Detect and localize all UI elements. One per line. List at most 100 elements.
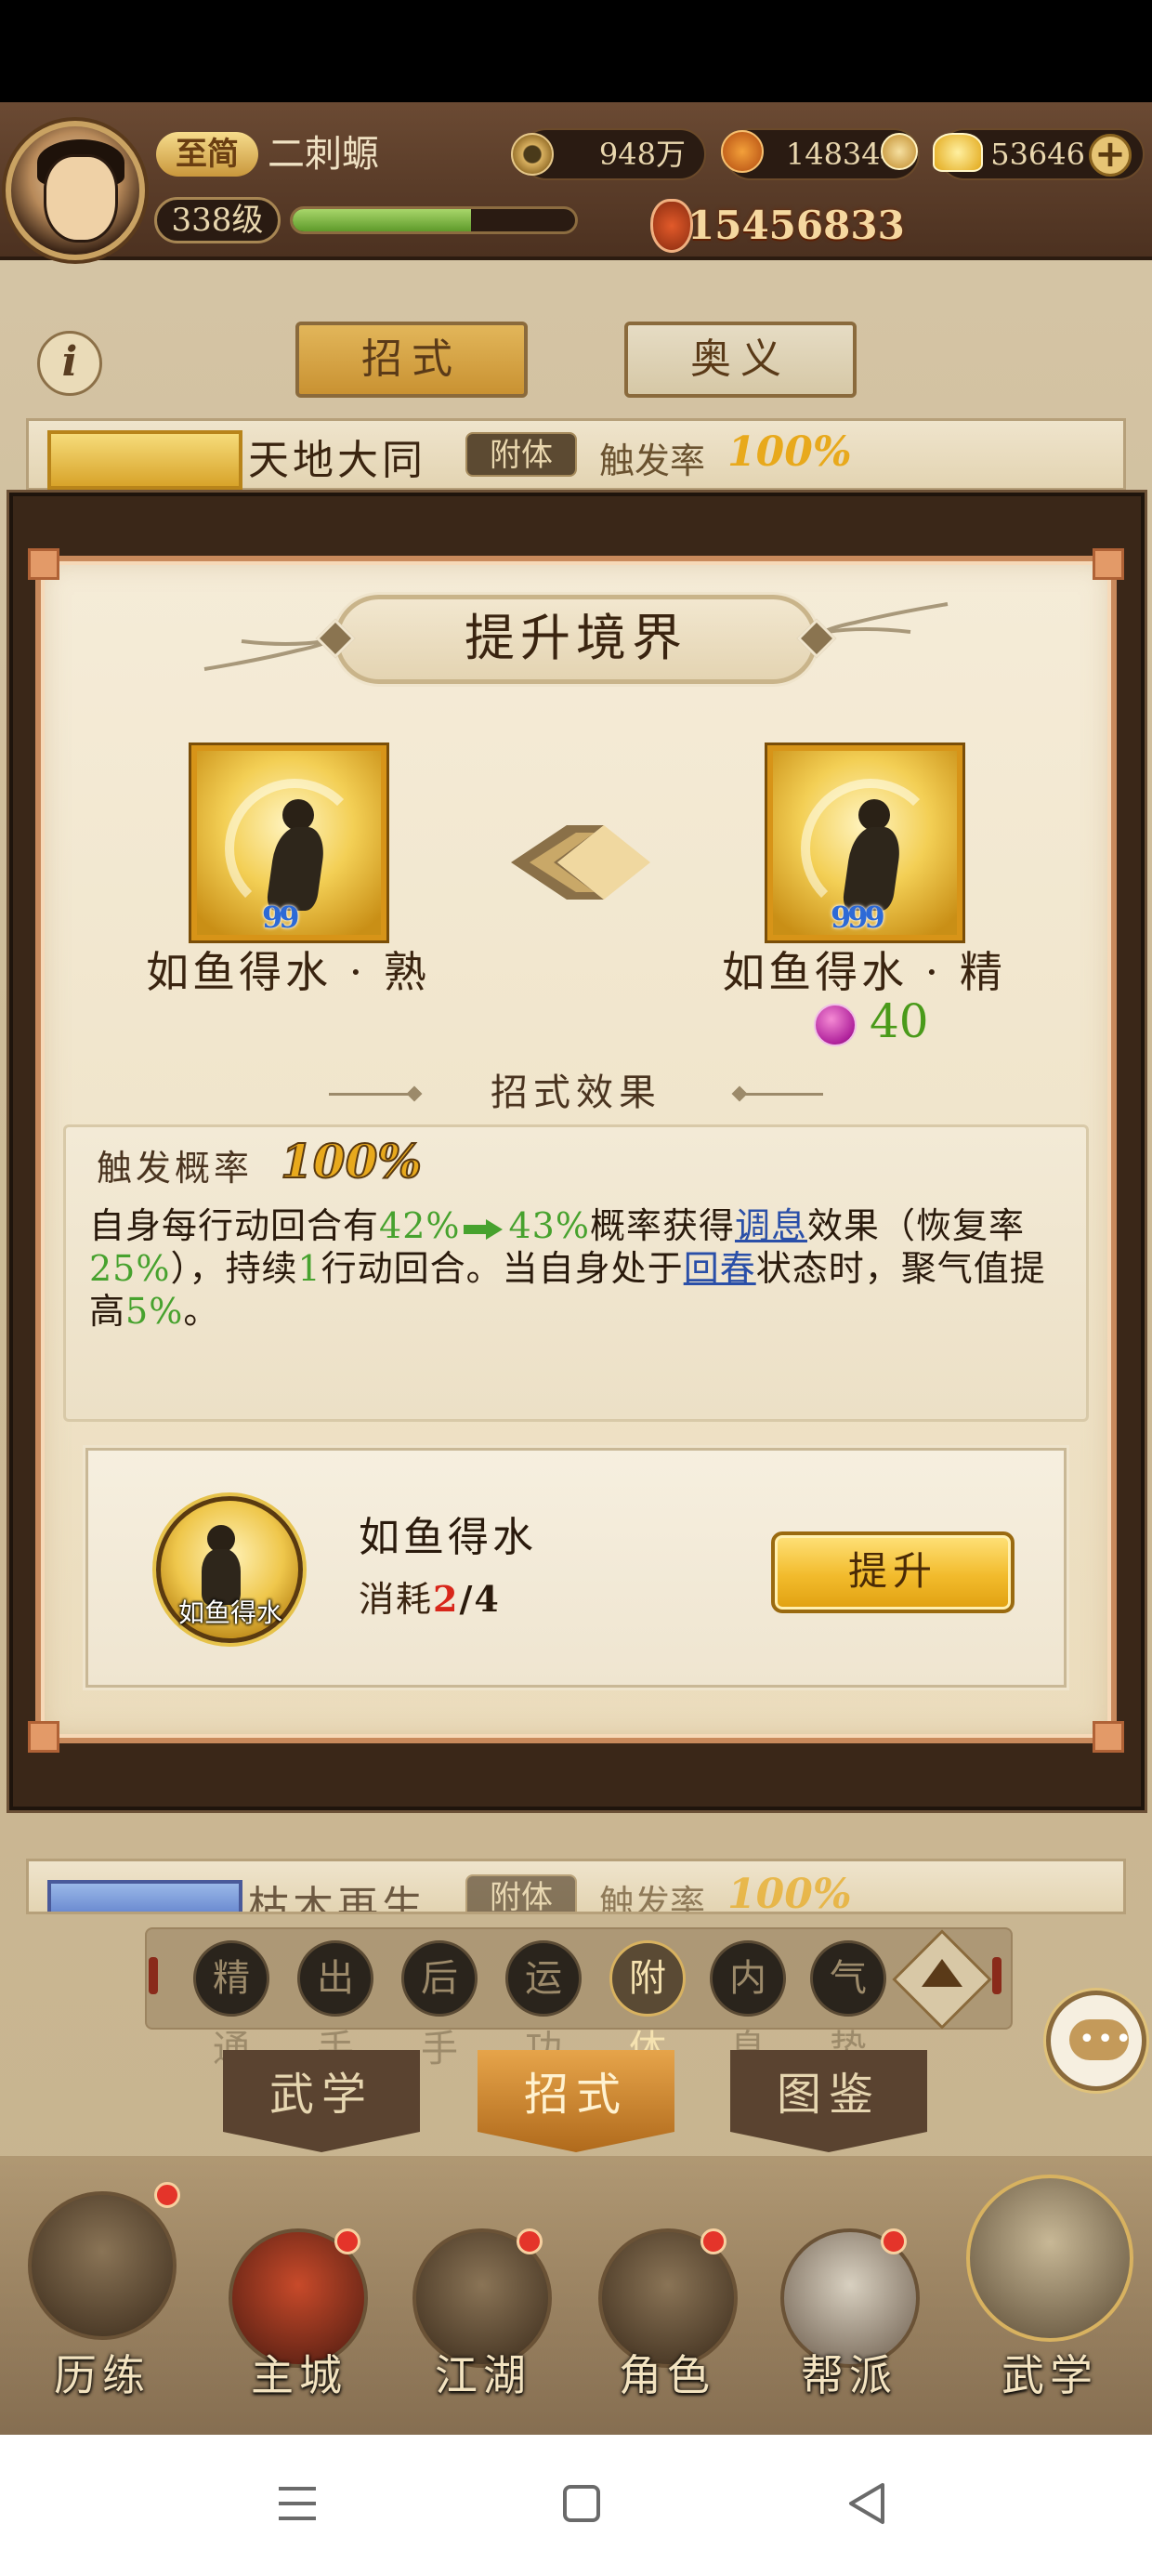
tab-atlas[interactable]: 图鉴	[730, 2050, 927, 2152]
effect-turns-value: 1	[297, 1248, 321, 1289]
next-skill-icon: 999	[767, 745, 962, 940]
nav-world-label[interactable]: 江湖	[390, 2342, 576, 2403]
dialog-corner	[1093, 548, 1124, 580]
skill-row-name: 天地大同	[248, 437, 426, 484]
player-level: 338级	[154, 197, 281, 243]
dialog-corner	[28, 548, 59, 580]
filter-jingtong[interactable]: 精通	[193, 1940, 269, 2070]
filter-houshou[interactable]: 后手	[401, 1940, 478, 2070]
vip-badge: 至简	[156, 132, 258, 177]
effect-description: 自身每行动回合有42% 43%概率获得调息效果（恢复率 25%），持续1行动回合。当…	[89, 1204, 1068, 1333]
menu-icon[interactable]	[275, 2481, 320, 2526]
player-name: 二刺螈	[268, 133, 379, 176]
current-skill-icon: 99	[191, 745, 386, 940]
skill-art	[282, 799, 314, 831]
exp-bar	[290, 206, 578, 234]
skill-row-badge: 附体	[465, 1874, 577, 1912]
gold-ingot-icon	[933, 133, 983, 172]
coin-label: 如鱼得水	[177, 1597, 282, 1628]
trigger-value: 100%	[280, 1133, 423, 1189]
dialog-title: 提升境界	[465, 609, 687, 667]
ingot-icon	[721, 130, 764, 173]
link-tiaoxi[interactable]: 调息	[735, 1205, 807, 1246]
chevron-up-icon	[922, 1959, 962, 1987]
filter-futi[interactable]: 附体	[609, 1940, 686, 2070]
nav-guild-label[interactable]: 帮派	[756, 2342, 942, 2403]
coin-icon	[511, 133, 554, 176]
cost-have: 2	[433, 1578, 460, 1620]
nav-trial-label[interactable]: 历练	[9, 2342, 195, 2403]
pouch-icon	[881, 133, 918, 170]
effect-text: 概率获得	[589, 1205, 735, 1246]
skill-row-trigger-value: 100%	[727, 1871, 852, 1914]
tab-mystery[interactable]: 奥义	[624, 322, 857, 398]
tab-martial[interactable]: 武学	[223, 2050, 420, 2152]
notification-dot	[154, 2182, 180, 2208]
home-icon[interactable]	[561, 2483, 602, 2524]
skill-row[interactable]: 枯木再生 附体 触发率 100%	[26, 1859, 1126, 1914]
skill-row-trigger-label: 触发率	[599, 440, 706, 481]
skill-row-icon	[47, 1880, 242, 1912]
effect-old-value: 42%	[379, 1205, 461, 1246]
chat-button[interactable]: •••	[1046, 1991, 1146, 2091]
effect-boost-value: 5%	[125, 1291, 184, 1332]
trigger-label: 触发概率	[97, 1148, 254, 1189]
next-skill-name: 如鱼得水 · 精	[722, 947, 1006, 997]
effect-text: 自身每行动回合有	[89, 1205, 380, 1246]
skill-row-name: 枯木再生	[248, 1883, 426, 1914]
current-skill-name: 如鱼得水 · 熟	[146, 947, 430, 997]
effect-new-value: 43%	[508, 1205, 590, 1246]
info-icon[interactable]: i	[37, 331, 102, 396]
filter-yungong[interactable]: 运功	[505, 1940, 582, 2070]
notification-dot	[517, 2228, 543, 2254]
skill-row-icon	[47, 430, 242, 490]
effect-header: 招式效果	[491, 1071, 661, 1114]
game-screen: 至简 二刺螈 338级 948万 148344 53646 + 15456833…	[0, 0, 1152, 2576]
nav-martial-icon[interactable]	[966, 2175, 1133, 2342]
notification-dot	[334, 2228, 360, 2254]
link-huichun[interactable]: 回春	[684, 1248, 756, 1289]
player-avatar[interactable]	[6, 121, 145, 260]
skill-row-trigger-value: 100%	[727, 428, 852, 476]
nav-character-label[interactable]: 角色	[574, 2342, 760, 2403]
tab-moves[interactable]: 招式	[295, 322, 528, 398]
add-gold-button[interactable]: +	[1089, 134, 1132, 177]
dialog-corner	[1093, 1721, 1124, 1753]
back-icon[interactable]	[845, 2481, 888, 2526]
gem-icon	[814, 1004, 857, 1046]
skill-rank-stars: 999	[831, 900, 885, 935]
filter-neixi[interactable]: 内息	[710, 1940, 786, 2070]
upgrade-button[interactable]: 提升	[771, 1531, 1015, 1613]
cost-amount: 消耗2/4	[359, 1571, 501, 1622]
effect-rate-value: 25%	[89, 1248, 171, 1289]
nav-trial-icon[interactable]	[28, 2191, 177, 2340]
effect-text: 。	[183, 1291, 220, 1332]
nav-city-label[interactable]: 主城	[206, 2342, 392, 2403]
skill-art	[858, 799, 890, 831]
cost-item-name: 如鱼得水	[359, 1514, 537, 1561]
nav-martial-label[interactable]: 武学	[957, 2342, 1143, 2403]
upgrade-arrow-icon	[511, 825, 650, 900]
filter-qishi[interactable]: 气势	[810, 1940, 886, 2070]
cost-need: /4	[459, 1578, 501, 1620]
effect-text: 效果（恢复率	[806, 1205, 1025, 1246]
exp-fill	[293, 209, 471, 231]
filter-bar-cap	[149, 1957, 158, 1994]
green-arrow-icon	[464, 1218, 504, 1240]
tab-moves-bottom[interactable]: 招式	[478, 2050, 674, 2152]
notification-dot	[700, 2228, 727, 2254]
skill-rank-stars: 99	[262, 900, 299, 935]
filter-bar-cap	[992, 1957, 1001, 1994]
effect-text: 行动回合。当自身处于	[321, 1248, 684, 1289]
effect-text: ），持续	[170, 1248, 298, 1289]
skill-row-badge: 附体	[465, 432, 577, 477]
avatar-face	[44, 154, 118, 243]
filter-chushou[interactable]: 出手	[297, 1940, 373, 2070]
chat-dots: •••	[1079, 2023, 1134, 2056]
skill-row-trigger-label: 触发率	[599, 1883, 706, 1914]
combat-power: 15456833	[687, 203, 905, 248]
gem-cost: 40	[870, 994, 929, 1048]
notification-dot	[881, 2228, 907, 2254]
skill-row[interactable]: 天地大同 附体 触发率 100%	[26, 418, 1126, 491]
cost-prefix: 消耗	[359, 1579, 434, 1620]
